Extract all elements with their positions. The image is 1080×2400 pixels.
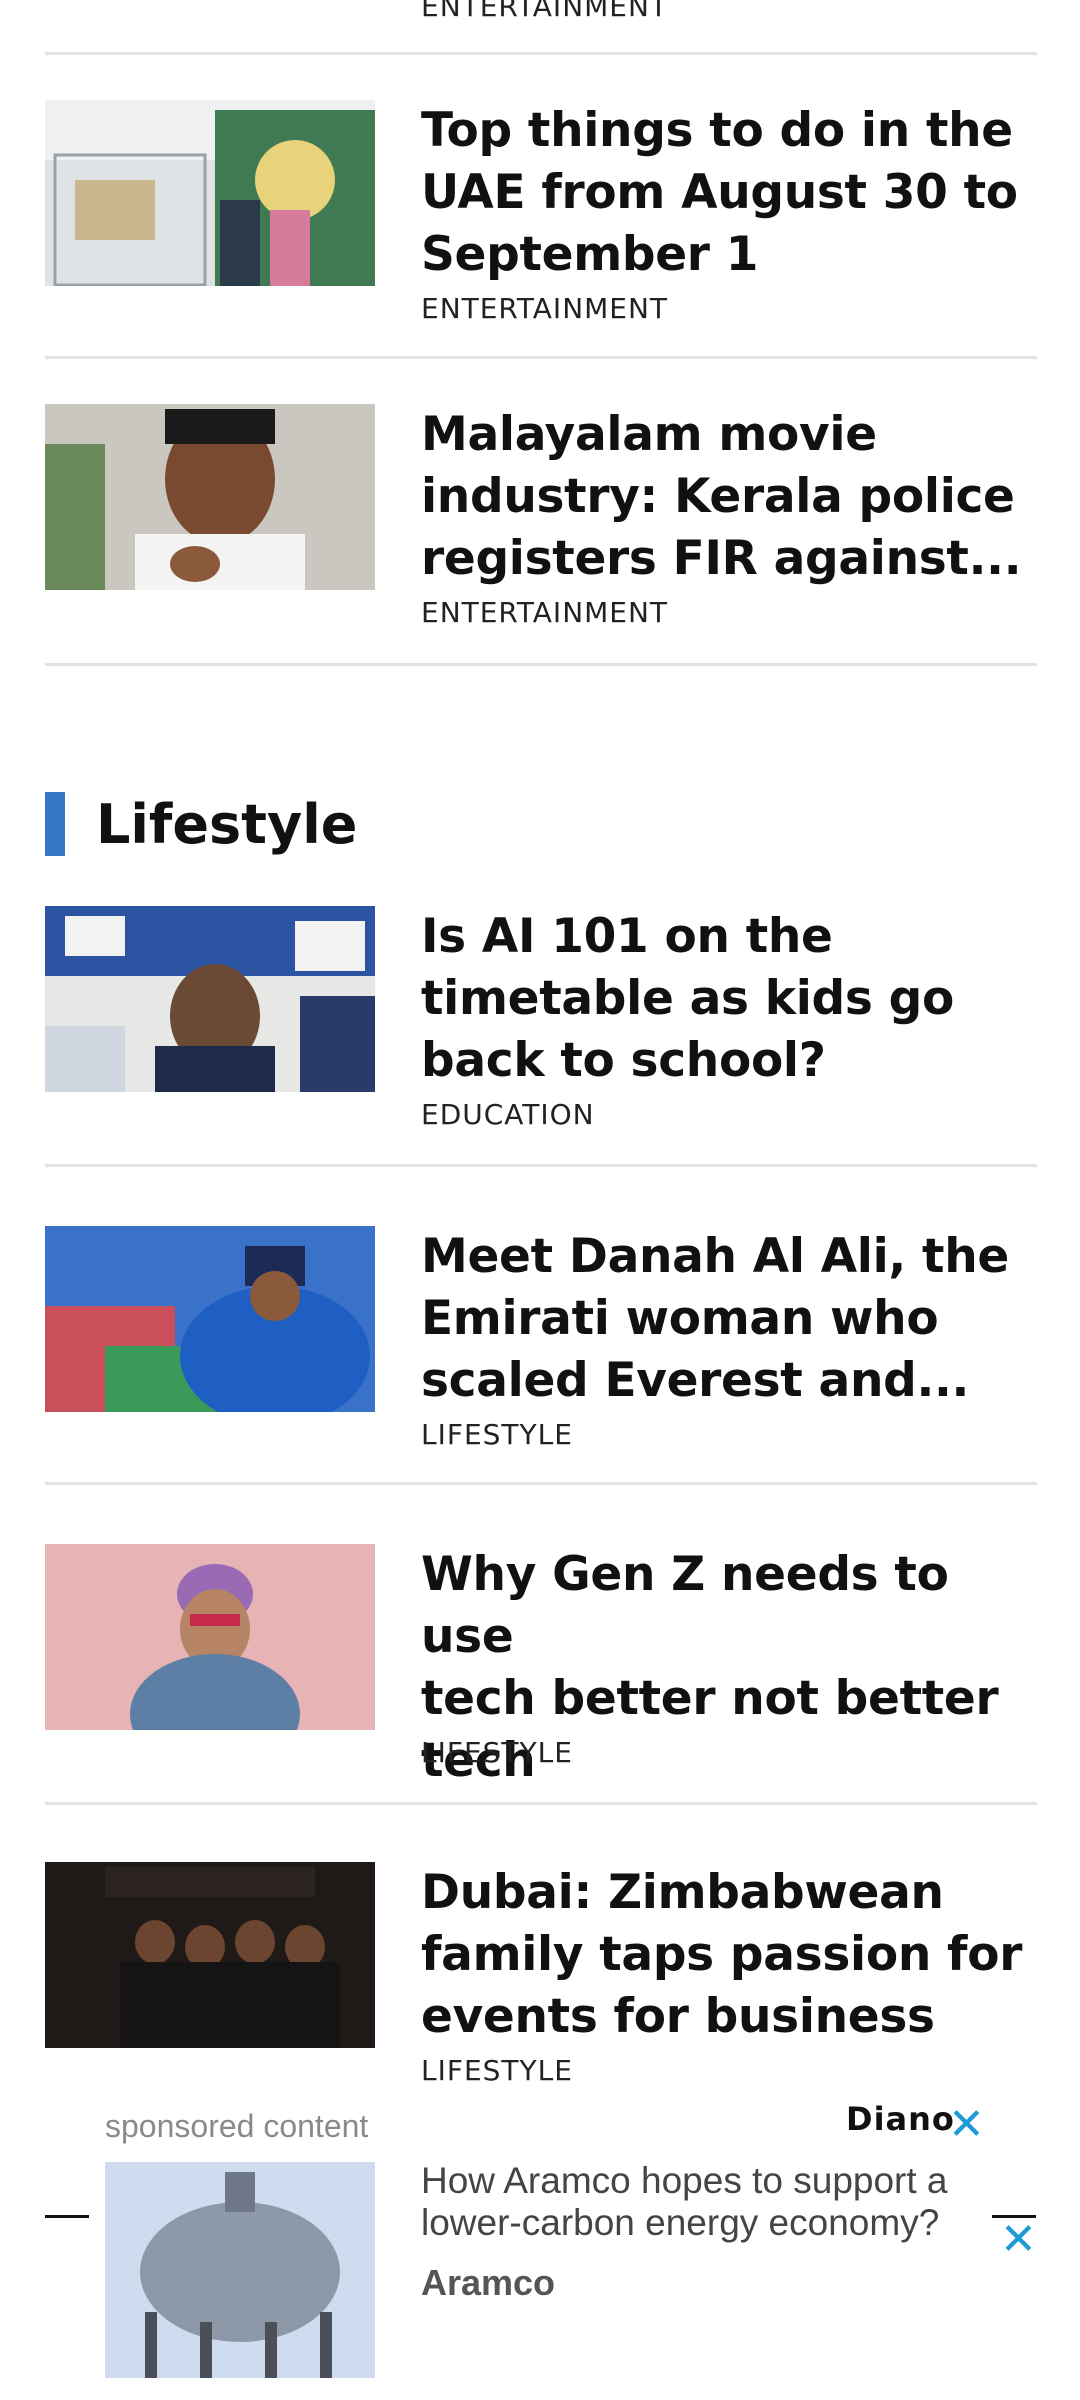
headline-line[interactable]: industry: Kerala police xyxy=(421,466,1051,528)
article-thumbnail[interactable] xyxy=(45,906,375,1092)
article-thumbnail[interactable] xyxy=(45,100,375,286)
close-icon[interactable]: ✕ xyxy=(948,2103,985,2147)
article-headline[interactable]: Top things to do in the UAE from August … xyxy=(421,100,1051,286)
section-title[interactable]: Lifestyle xyxy=(96,790,357,860)
article-category[interactable]: LIFESTYLE xyxy=(421,2054,573,2087)
headline-line[interactable]: registers FIR against... xyxy=(421,528,1051,590)
headline-line[interactable]: scaled Everest and... xyxy=(421,1350,1051,1412)
section-accent-bar xyxy=(45,792,65,856)
divider xyxy=(45,52,1037,55)
article-headline[interactable]: Dubai: Zimbabwean family taps passion fo… xyxy=(421,1862,1051,2048)
article-category[interactable]: LIFESTYLE xyxy=(421,1418,573,1451)
article-category[interactable]: ENTERTAINMENT xyxy=(421,596,668,629)
headline-line[interactable]: back to school? xyxy=(421,1030,1051,1092)
divider xyxy=(45,356,1037,359)
ad-brand-logo: Diano xyxy=(846,2100,955,2138)
article-thumbnail[interactable] xyxy=(45,1544,375,1730)
headline-line[interactable]: UAE from August 30 to xyxy=(421,162,1051,224)
headline-line[interactable]: Dubai: Zimbabwean xyxy=(421,1862,1051,1924)
article-category: ENTERTAINMENT xyxy=(421,0,669,23)
article-category[interactable]: EDUCATION xyxy=(421,1098,595,1131)
headline-line[interactable]: events for business xyxy=(421,1986,1051,2048)
ad-text-line[interactable]: lower-carbon energy economy? xyxy=(421,2202,1011,2244)
article-headline[interactable]: Meet Danah Al Ali, the Emirati woman who… xyxy=(421,1226,1051,1412)
ad-image[interactable] xyxy=(105,2162,375,2378)
divider xyxy=(45,1164,1037,1167)
sponsored-label: sponsored content xyxy=(105,2108,369,2144)
headline-line[interactable]: Meet Danah Al Ali, the xyxy=(421,1226,1051,1288)
divider xyxy=(45,1482,1037,1485)
ad-sponsor[interactable]: Aramco xyxy=(421,2262,555,2304)
headline-line[interactable]: Malayalam movie xyxy=(421,404,1051,466)
article-headline[interactable]: Is AI 101 on the timetable as kids go ba… xyxy=(421,906,1051,1092)
headline-line[interactable]: tech better not better xyxy=(421,1668,1051,1730)
headline-line[interactable]: timetable as kids go xyxy=(421,968,1051,1030)
headline-line[interactable]: Is AI 101 on the xyxy=(421,906,1051,968)
divider xyxy=(45,1802,1037,1805)
article-thumbnail[interactable] xyxy=(45,404,375,590)
ad-text-line[interactable]: How Aramco hopes to support a xyxy=(421,2160,1011,2202)
article-category[interactable]: ENTERTAINMENT xyxy=(421,292,668,325)
article-thumbnail[interactable] xyxy=(45,1862,375,2048)
headline-line[interactable]: September 1 xyxy=(421,224,1051,286)
article-thumbnail[interactable] xyxy=(45,1226,375,1412)
headline-line[interactable]: Emirati woman who xyxy=(421,1288,1051,1350)
article-headline[interactable]: Malayalam movie industry: Kerala police … xyxy=(421,404,1051,590)
headline-line[interactable]: Top things to do in the xyxy=(421,100,1051,162)
ad-headline[interactable]: How Aramco hopes to support a lower-carb… xyxy=(421,2160,1011,2244)
headline-line[interactable]: family taps passion for xyxy=(421,1924,1051,1986)
divider xyxy=(45,663,1037,666)
divider xyxy=(45,2215,89,2218)
article-category[interactable]: LIFESTYLE xyxy=(421,1736,573,1769)
headline-line[interactable]: Why Gen Z needs to use xyxy=(421,1544,1051,1668)
